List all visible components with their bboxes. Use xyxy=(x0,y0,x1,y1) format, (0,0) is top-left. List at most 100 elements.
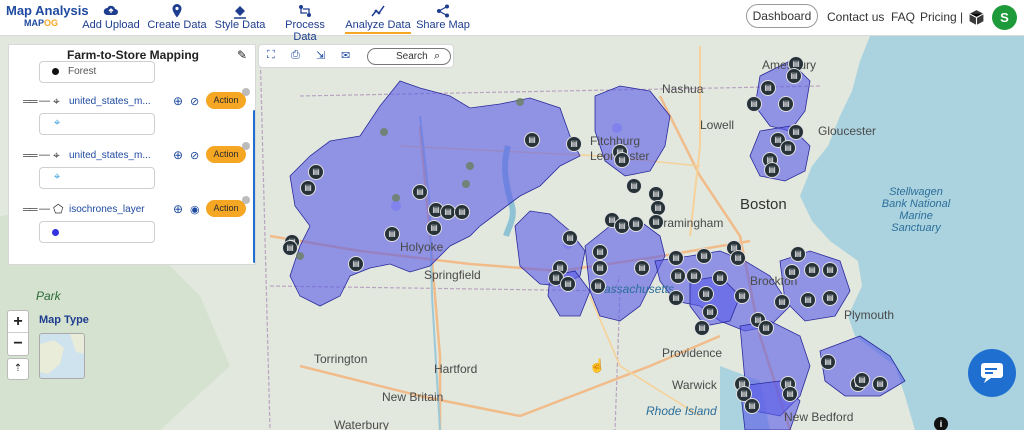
fullscreen-icon[interactable]: ⛶ xyxy=(267,49,275,62)
zoom-to-layer-icon[interactable]: ⊕ xyxy=(173,148,183,162)
store-marker-icon[interactable]: ▤ xyxy=(702,304,718,320)
store-marker-icon[interactable]: ▤ xyxy=(384,226,400,242)
nav-add-upload[interactable]: Add Upload xyxy=(82,3,140,33)
store-marker-icon[interactable]: ▤ xyxy=(694,320,710,336)
store-marker-icon[interactable]: ▤ xyxy=(712,270,728,286)
nav-analyze-data[interactable]: Analyze Data xyxy=(344,3,412,34)
store-marker-icon[interactable]: ▤ xyxy=(670,268,686,284)
store-marker-icon[interactable]: ▤ xyxy=(734,288,750,304)
store-marker-icon[interactable]: ▤ xyxy=(668,250,684,266)
store-marker-icon[interactable]: ▤ xyxy=(454,204,470,220)
store-marker-icon[interactable]: ▤ xyxy=(778,96,794,112)
store-marker-icon[interactable]: ▤ xyxy=(562,230,578,246)
store-marker-icon[interactable]: ▤ xyxy=(788,124,804,140)
store-marker-icon[interactable]: ▤ xyxy=(634,260,650,276)
store-marker-icon[interactable]: ▤ xyxy=(696,248,712,264)
store-marker-icon[interactable]: ▤ xyxy=(426,220,442,236)
store-marker-icon[interactable]: ▤ xyxy=(758,320,774,336)
comment-icon[interactable]: ✉ xyxy=(341,49,350,62)
store-marker-icon[interactable]: ▤ xyxy=(668,290,684,306)
zoom-to-layer-icon[interactable]: ⊕ xyxy=(173,202,183,216)
store-marker-icon[interactable]: ▤ xyxy=(854,372,870,388)
store-marker-icon[interactable]: ▤ xyxy=(822,262,838,278)
info-icon[interactable]: i xyxy=(934,417,948,430)
store-marker-icon[interactable]: ▤ xyxy=(300,180,316,196)
store-marker-icon[interactable]: ▤ xyxy=(282,240,298,256)
store-marker-icon[interactable]: ▤ xyxy=(592,244,608,260)
app-logo[interactable]: Map Analysis MAPOG xyxy=(6,3,89,33)
store-marker-icon[interactable]: ▤ xyxy=(592,260,608,276)
store-marker-icon[interactable]: ▤ xyxy=(626,178,642,194)
map-type-thumbnail[interactable] xyxy=(39,333,85,379)
store-marker-icon[interactable]: ▤ xyxy=(800,292,816,308)
store-marker-icon[interactable]: ▤ xyxy=(746,96,762,112)
nav-share-map[interactable]: Share Map xyxy=(416,3,470,33)
measure-icon[interactable]: ⇲ xyxy=(316,49,325,62)
eye-icon[interactable]: ◉ xyxy=(190,203,200,216)
layer-name[interactable]: isochrones_layer xyxy=(69,204,145,215)
store-marker-icon[interactable]: ▤ xyxy=(730,250,746,266)
store-marker-icon[interactable]: ▤ xyxy=(348,256,364,272)
pencil-icon[interactable]: ✎ xyxy=(237,48,247,62)
action-button[interactable]: Action xyxy=(206,146,246,163)
drag-handle-icon[interactable]: ══ xyxy=(23,96,38,108)
search-input[interactable]: Search ⌕ xyxy=(367,48,451,65)
nav-create-data[interactable]: Create Data xyxy=(147,3,207,33)
collapse-icon[interactable]: — xyxy=(39,203,50,215)
cube-icon[interactable] xyxy=(968,9,985,26)
store-marker-icon[interactable]: ▤ xyxy=(412,184,428,200)
store-marker-icon[interactable]: ▤ xyxy=(614,152,630,168)
collapse-icon[interactable]: — xyxy=(39,95,50,107)
store-marker-icon[interactable]: ▤ xyxy=(774,294,790,310)
store-marker-icon[interactable]: ▤ xyxy=(784,264,800,280)
store-marker-icon[interactable]: ▤ xyxy=(308,164,324,180)
collapse-icon[interactable]: — xyxy=(39,149,50,161)
store-marker-icon[interactable]: ▤ xyxy=(804,262,820,278)
store-marker-icon[interactable]: ▤ xyxy=(760,80,776,96)
contact-us-link[interactable]: Contact us xyxy=(827,10,884,24)
zoom-to-layer-icon[interactable]: ⊕ xyxy=(173,94,183,108)
store-marker-icon[interactable]: ▤ xyxy=(872,376,888,392)
store-marker-icon[interactable]: ▤ xyxy=(820,354,836,370)
layer-name[interactable]: united_states_m... xyxy=(69,96,151,107)
pricing-link[interactable]: Pricing | xyxy=(920,10,963,24)
store-marker-icon[interactable]: ▤ xyxy=(822,290,838,306)
search-icon[interactable]: ⌕ xyxy=(434,50,440,63)
dashboard-button[interactable]: Dashboard xyxy=(746,4,818,28)
eye-off-icon[interactable]: ⊘ xyxy=(190,149,199,162)
eye-off-icon[interactable]: ⊘ xyxy=(190,95,199,108)
store-marker-icon[interactable]: ▤ xyxy=(744,398,760,414)
store-marker-icon[interactable]: ▤ xyxy=(780,140,796,156)
layer-name[interactable]: united_states_m... xyxy=(69,150,151,161)
nav-style-data[interactable]: Style Data xyxy=(213,3,267,33)
drag-handle-icon[interactable]: ══ xyxy=(23,150,38,162)
zoom-in-button[interactable]: + xyxy=(8,311,28,333)
action-button[interactable]: Action xyxy=(206,200,246,217)
print-icon[interactable]: ⎙ xyxy=(291,49,300,62)
store-marker-icon[interactable]: ▤ xyxy=(590,278,606,294)
compass-icon[interactable]: ⇡ xyxy=(7,358,29,380)
store-marker-icon[interactable]: ▤ xyxy=(686,268,702,284)
user-avatar[interactable]: S xyxy=(992,5,1017,30)
store-marker-icon[interactable]: ▤ xyxy=(698,286,714,302)
layer-row[interactable]: ══ — ⬠ isochrones_layer ⊕ ◉ Action xyxy=(9,196,255,221)
layer-row[interactable]: ══ — ⌖ united_states_m... ⊕ ⊘ Action xyxy=(9,142,255,167)
store-marker-icon[interactable]: ▤ xyxy=(764,162,780,178)
point-layer-icon: ⌖ xyxy=(53,94,60,108)
store-marker-icon[interactable]: ▤ xyxy=(628,216,644,232)
faq-link[interactable]: FAQ xyxy=(891,10,915,24)
layer-row[interactable]: ══ — ⌖ united_states_m... ⊕ ⊘ Action xyxy=(9,88,255,113)
store-marker-icon[interactable]: ▤ xyxy=(566,136,582,152)
store-marker-icon[interactable]: ▤ xyxy=(524,132,540,148)
zoom-out-button[interactable]: − xyxy=(8,333,28,355)
chat-button[interactable] xyxy=(968,349,1016,397)
store-marker-icon[interactable]: ▤ xyxy=(648,214,664,230)
store-marker-icon[interactable]: ▤ xyxy=(790,246,806,262)
action-button[interactable]: Action xyxy=(206,92,246,109)
store-marker-icon[interactable]: ▤ xyxy=(782,386,798,402)
panel-scrollbar[interactable] xyxy=(253,110,255,263)
store-marker-icon[interactable]: ▤ xyxy=(560,276,576,292)
store-marker-icon[interactable]: ▤ xyxy=(786,68,802,84)
nav-process-data[interactable]: Process Data xyxy=(272,3,338,43)
drag-handle-icon[interactable]: ══ xyxy=(23,204,38,216)
